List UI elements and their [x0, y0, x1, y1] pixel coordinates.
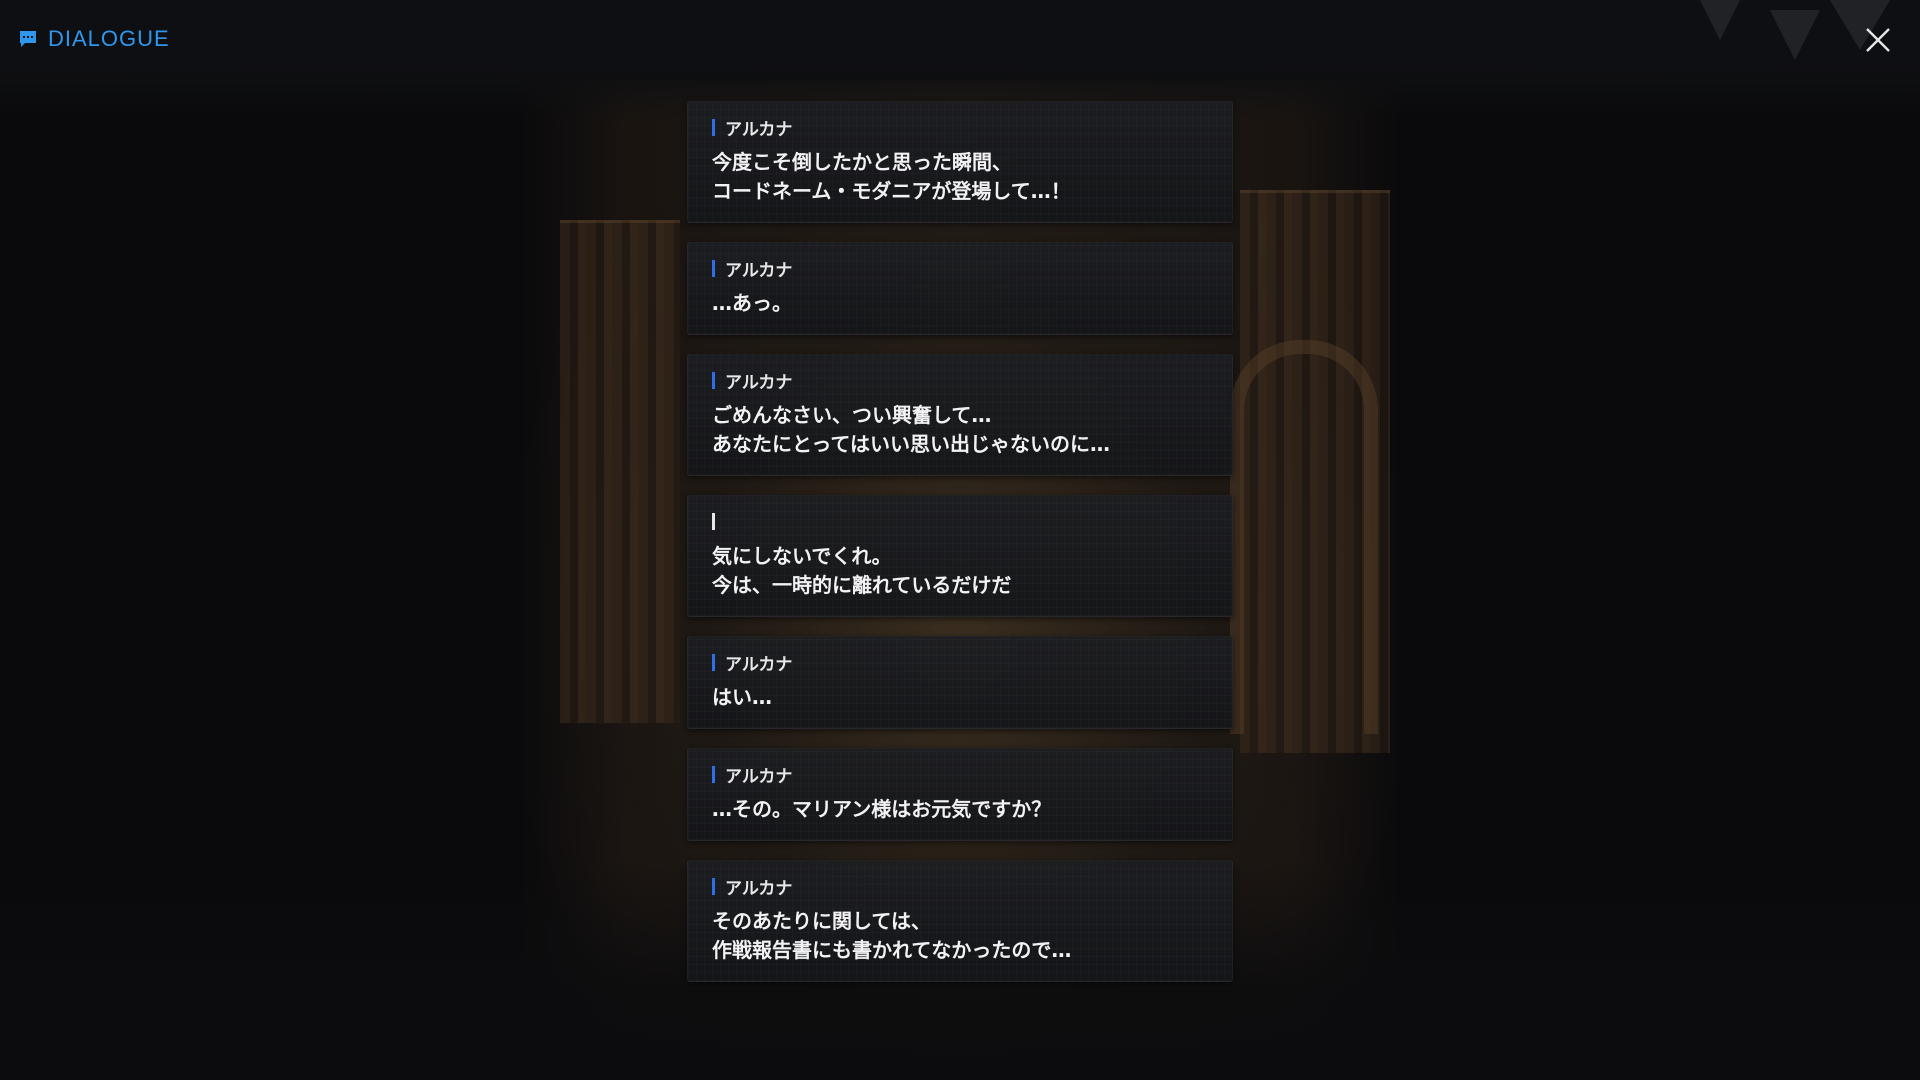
- speaker-name: アルカナ: [725, 766, 793, 787]
- close-button[interactable]: [1862, 24, 1894, 56]
- dialogue-entry: 気にしないでくれ。 今は、一時的に離れているだけだ: [687, 495, 1233, 617]
- dialogue-title: DIALOGUE: [48, 26, 170, 51]
- speaker-row: [712, 510, 1208, 532]
- speaker-row: アルカナ: [712, 369, 1208, 393]
- dialogue-header: DIALOGUE: [18, 26, 170, 52]
- dialogue-log-screen: DIALOGUE アルカナ 今度こそ倒したかと思った瞬間、 コードネーム・モダニ…: [0, 0, 1920, 1080]
- speaker-name: アルカナ: [725, 654, 793, 675]
- speaker-row: アルカナ: [712, 651, 1208, 675]
- speaker-row: アルカナ: [712, 763, 1208, 787]
- speaker-row: アルカナ: [712, 116, 1208, 140]
- speaker-row: アルカナ: [712, 257, 1208, 281]
- speaker-marker: [712, 118, 715, 136]
- bookshelf-left: [560, 220, 680, 723]
- speaker-name: アルカナ: [725, 119, 793, 140]
- speaker-marker: [712, 259, 715, 277]
- speaker-marker: [712, 512, 715, 530]
- dialogue-entry: アルカナ ごめんなさい、つい興奮して… あなたにとってはいい思い出じゃないのに…: [687, 354, 1233, 476]
- close-icon: [1866, 28, 1890, 52]
- speaker-marker: [712, 371, 715, 389]
- dialogue-line: はい…: [712, 685, 772, 709]
- speaker-name: アルカナ: [725, 260, 793, 281]
- dialogue-line: 今は、一時的に離れているだけだ: [712, 573, 1012, 597]
- dialogue-entry: アルカナ 今度こそ倒したかと思った瞬間、 コードネーム・モダニアが登場して…！: [687, 101, 1233, 223]
- dialogue-log-list[interactable]: アルカナ 今度こそ倒したかと思った瞬間、 コードネーム・モダニアが登場して…！ …: [687, 101, 1233, 1001]
- speaker-row: アルカナ: [712, 875, 1208, 899]
- dialogue-line: 今度こそ倒したかと思った瞬間、: [712, 150, 1012, 174]
- speaker-marker: [712, 765, 715, 783]
- dialogue-entry: アルカナ …その。マリアン様はお元気ですか？: [687, 748, 1233, 841]
- dialogue-line: ごめんなさい、つい興奮して…: [712, 403, 992, 427]
- dialogue-line: あなたにとってはいい思い出じゃないのに…: [712, 432, 1110, 456]
- dialogue-entry: アルカナ はい…: [687, 636, 1233, 729]
- dialogue-line: …その。マリアン様はお元気ですか？: [712, 797, 1052, 821]
- dialogue-line: コードネーム・モダニアが登場して…！: [712, 179, 1071, 203]
- speaker-marker: [712, 653, 715, 671]
- dialogue-line: …あっ。: [712, 291, 792, 315]
- speaker-name: アルカナ: [725, 372, 793, 393]
- dialogue-line: そのあたりに関しては、: [712, 909, 931, 933]
- speaker-name: アルカナ: [725, 878, 793, 899]
- dialogue-line: 気にしないでくれ。: [712, 544, 892, 568]
- chat-icon: [20, 31, 36, 47]
- dialogue-entry: アルカナ そのあたりに関しては、 作戦報告書にも書かれてなかったので…: [687, 860, 1233, 982]
- dialogue-line: 作戦報告書にも書かれてなかったので…: [712, 938, 1072, 962]
- dialogue-entry: アルカナ …あっ。: [687, 242, 1233, 335]
- library-archway: [1230, 340, 1378, 734]
- speaker-marker: [712, 877, 715, 895]
